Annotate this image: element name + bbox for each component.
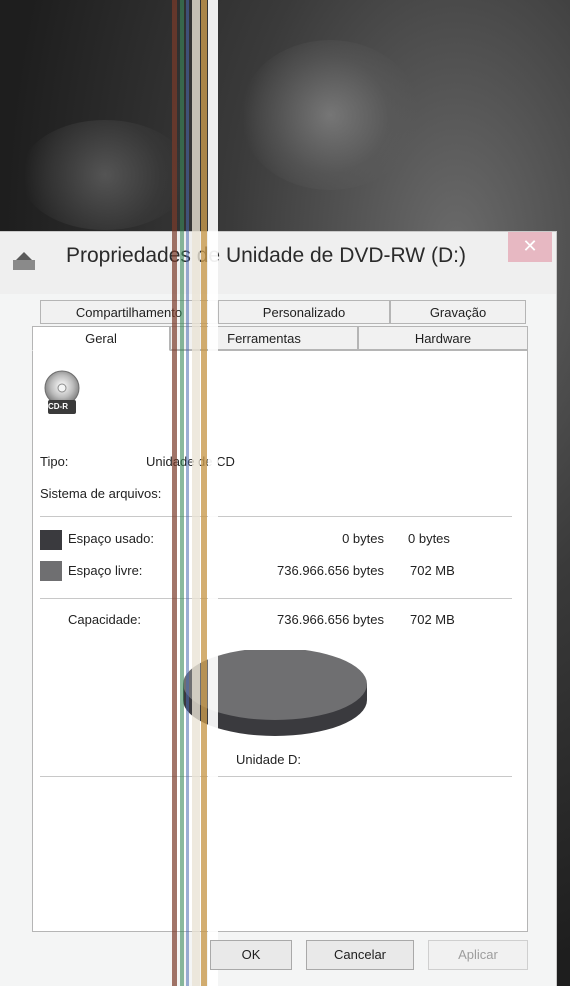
tab-gravacao[interactable]: Gravação bbox=[390, 300, 526, 324]
window-title: Propriedades de Unidade de DVD-RW (D:) bbox=[66, 244, 466, 267]
capacity-size: 702 MB bbox=[410, 612, 455, 627]
title-bar[interactable]: Propriedades de Unidade de DVD-RW (D:) ✕ bbox=[0, 232, 556, 294]
tab-personalizado[interactable]: Personalizado bbox=[218, 300, 390, 324]
screen-glitch-stripe bbox=[186, 0, 189, 986]
apply-button[interactable]: Aplicar bbox=[428, 940, 528, 970]
separator bbox=[40, 776, 512, 777]
capacity-bytes: 736.966.656 bytes bbox=[277, 612, 384, 627]
screen-glitch-stripe bbox=[192, 0, 200, 986]
cancel-button[interactable]: Cancelar bbox=[306, 940, 414, 970]
close-button[interactable]: ✕ bbox=[508, 232, 552, 262]
geral-tab-panel bbox=[32, 350, 528, 932]
type-value: Unidade de CD bbox=[146, 454, 235, 469]
cd-r-badge: CD-R bbox=[48, 402, 68, 411]
drive-label: Unidade D: bbox=[236, 752, 302, 767]
used-space-label: Espaço usado: bbox=[68, 531, 155, 546]
separator bbox=[40, 516, 512, 517]
filesystem-label: Sistema de arquivos: bbox=[40, 486, 162, 501]
used-space-bytes: 0 bytes bbox=[342, 531, 384, 546]
screen-glitch-stripe bbox=[172, 0, 177, 986]
type-label: Tipo: bbox=[40, 454, 69, 469]
background-photo-highlight bbox=[240, 40, 420, 190]
screen-glitch-stripe bbox=[208, 0, 218, 986]
background-photo-shape bbox=[20, 120, 190, 230]
tab-geral[interactable]: Geral bbox=[32, 326, 170, 351]
free-space-bytes: 736.966.656 bytes bbox=[277, 563, 384, 578]
capacity-label: Capacidade: bbox=[68, 612, 141, 627]
tab-hardware[interactable]: Hardware bbox=[358, 326, 528, 350]
free-space-size: 702 MB bbox=[410, 563, 455, 578]
free-space-swatch bbox=[40, 561, 62, 581]
used-space-swatch bbox=[40, 530, 62, 550]
used-space-size: 0 bytes bbox=[408, 531, 450, 546]
screen-glitch-stripe bbox=[201, 0, 207, 986]
free-space-label: Espaço livre: bbox=[68, 563, 143, 578]
screen-glitch-stripe bbox=[180, 0, 184, 986]
separator bbox=[40, 598, 512, 599]
drive-title-icon bbox=[13, 252, 35, 270]
ok-button[interactable]: OK bbox=[210, 940, 292, 970]
